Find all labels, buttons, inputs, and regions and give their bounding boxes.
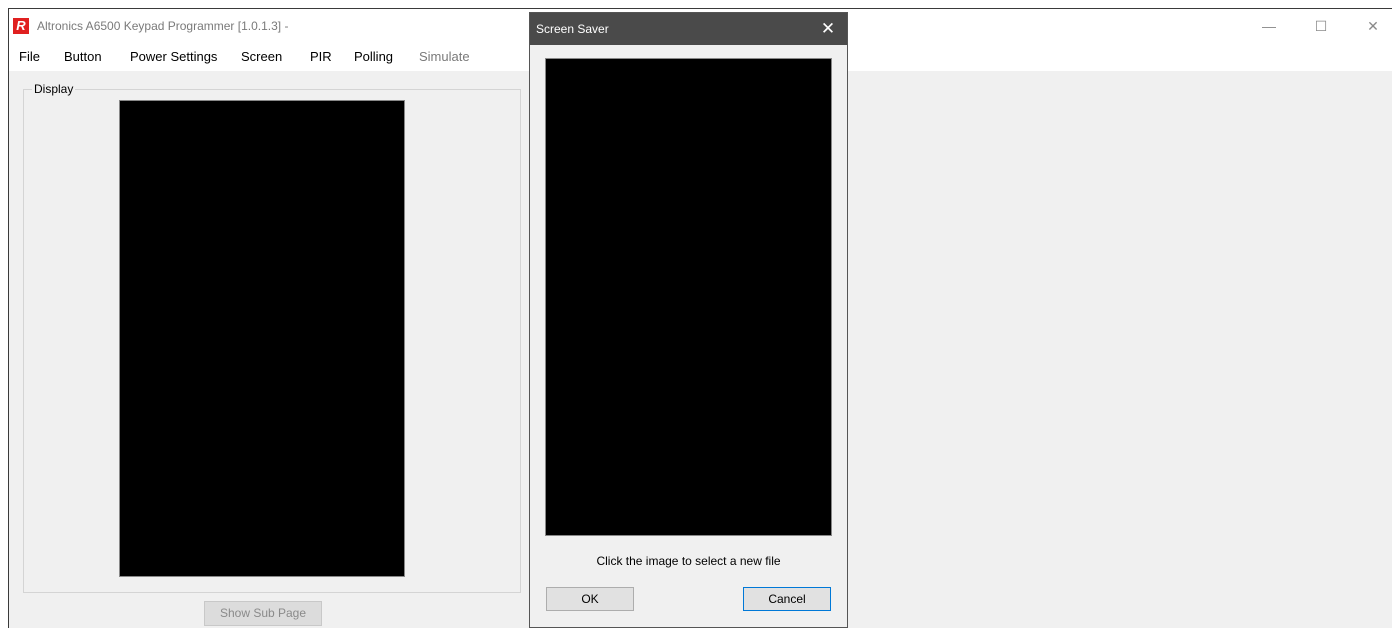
app-logo-icon: R — [13, 18, 29, 34]
window-title: Altronics A6500 Keypad Programmer [1.0.1… — [37, 19, 289, 33]
menu-button[interactable]: Button — [64, 49, 102, 64]
show-sub-page-button[interactable]: Show Sub Page — [204, 601, 322, 626]
dialog-title-bar[interactable]: Screen Saver ✕ — [530, 13, 847, 45]
screen-saver-image[interactable] — [545, 58, 832, 536]
menu-simulate[interactable]: Simulate — [419, 49, 470, 64]
cancel-button[interactable]: Cancel — [743, 587, 831, 611]
display-group: Display — [23, 82, 521, 593]
menu-polling[interactable]: Polling — [354, 49, 393, 64]
close-icon[interactable]: ✕ — [1353, 13, 1392, 39]
display-preview[interactable] — [119, 100, 405, 577]
screen-saver-dialog: Screen Saver ✕ Click the image to select… — [529, 12, 848, 628]
ok-button[interactable]: OK — [546, 587, 634, 611]
dialog-close-icon[interactable]: ✕ — [815, 16, 841, 42]
dialog-title: Screen Saver — [536, 22, 609, 36]
menu-screen[interactable]: Screen — [241, 49, 282, 64]
menu-file[interactable]: File — [19, 49, 40, 64]
dialog-hint: Click the image to select a new file — [596, 554, 781, 568]
display-group-label: Display — [32, 82, 76, 96]
minimize-icon[interactable]: — — [1249, 13, 1289, 39]
menu-power-settings[interactable]: Power Settings — [130, 49, 217, 64]
menu-pir[interactable]: PIR — [310, 49, 332, 64]
maximize-icon[interactable]: ☐ — [1301, 13, 1341, 39]
